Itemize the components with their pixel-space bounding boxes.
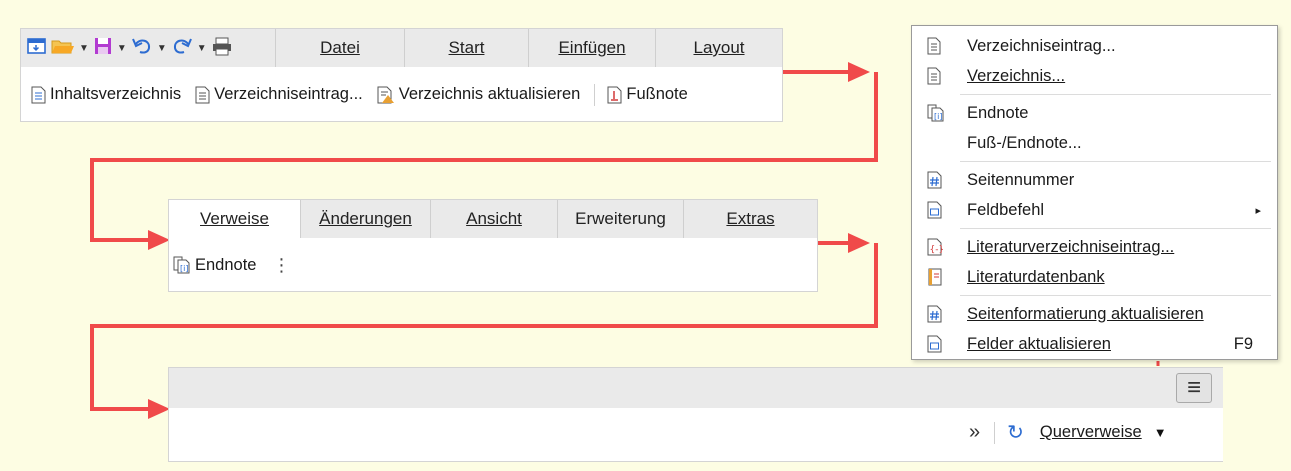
toolbar-label: Fußnote [626, 85, 688, 103]
menu-item-endnote[interactable]: [i] Endnote [912, 98, 1277, 128]
overflow-chevron-icon[interactable]: » [969, 421, 980, 444]
menu-item-bibliography-database[interactable]: Literaturdatenbank [912, 262, 1277, 292]
menu-item-label: Verzeichnis... [967, 66, 1066, 85]
update-fields-icon [927, 335, 942, 353]
more-options-icon[interactable]: ⋮ [272, 255, 290, 276]
undo-icon[interactable] [131, 36, 153, 61]
svg-text:[i]: [i] [934, 112, 942, 121]
menu-item-label: Literaturverzeichniseintrag... [967, 237, 1175, 256]
quick-access-toolbar: ▼ ▼ ▼ ▼ [21, 29, 275, 67]
middle-ribbon-panel: Verweise Änderungen Ansicht Erweiterung … [168, 199, 818, 292]
cross-reference-button[interactable]: Querverweise [1040, 423, 1142, 442]
menu-item-index-entry[interactable]: Verzeichniseintrag... [912, 31, 1277, 61]
menu-item-label: Felder aktualisieren [967, 334, 1111, 353]
chevron-down-icon[interactable]: ▼ [157, 43, 167, 54]
bibliography-entry-icon: {-} [927, 238, 943, 256]
field-icon [927, 201, 942, 219]
endnote-icon: [i] [173, 256, 190, 274]
tab-aenderungen[interactable]: Änderungen [300, 200, 430, 238]
chevron-down-icon[interactable]: ▼ [197, 43, 207, 54]
menu-item-label: Fuß-/Endnote... [967, 133, 1082, 152]
menu-item-label: Literaturdatenbank [967, 267, 1105, 286]
tab-einfuegen[interactable]: Einfügen [528, 29, 655, 67]
arrow-head [848, 233, 870, 253]
tab-extras[interactable]: Extras [683, 200, 817, 238]
menu-item-label: Seitenformatierung aktualisieren [967, 304, 1204, 323]
menu-item-label: Seitennummer [967, 170, 1075, 189]
menu-separator [960, 94, 1271, 95]
svg-text:{-}: {-} [930, 245, 944, 255]
open-folder-icon[interactable] [51, 37, 75, 60]
document-icon [195, 86, 210, 103]
context-menu: Verzeichniseintrag... Verzeichnis... [i]… [911, 25, 1278, 360]
menu-item-page-number[interactable]: Seitennummer [912, 165, 1277, 195]
chevron-down-icon[interactable]: ▼ [79, 43, 89, 54]
arrow-head [148, 230, 170, 250]
submenu-arrow-icon: ▸ [1255, 204, 1261, 217]
endnote-icon: [i] [927, 104, 944, 122]
redo-icon[interactable] [171, 36, 193, 61]
hamburger-menu-button[interactable]: ≡ [1176, 373, 1212, 403]
tab-ansicht[interactable]: Ansicht [430, 200, 557, 238]
menu-separator [960, 295, 1271, 296]
document-icon [31, 86, 46, 103]
tab-verweise[interactable]: Verweise [169, 200, 300, 238]
menu-separator [960, 228, 1271, 229]
toolbar-label: Endnote [195, 255, 257, 274]
menu-item-bibliography-entry[interactable]: {-} Literaturverzeichniseintrag... [912, 232, 1277, 262]
footnote-icon [607, 86, 622, 103]
menu-item-index[interactable]: Verzeichnis... [912, 61, 1277, 91]
menu-item-field-command[interactable]: Feldbefehl ▸ [912, 195, 1277, 225]
print-icon[interactable] [211, 36, 233, 61]
tab-start[interactable]: Start [404, 29, 528, 67]
svg-text:[i]: [i] [180, 264, 188, 273]
index-entry-button[interactable]: Verzeichniseintrag... [195, 85, 363, 104]
bottom-toolbar-panel: ≡ » ↻ Querverweise ▼ [168, 367, 1223, 462]
save-icon[interactable] [93, 36, 113, 61]
table-of-contents-button[interactable]: Inhaltsverzeichnis [31, 85, 181, 104]
menu-item-update-page-formatting[interactable]: Seitenformatierung aktualisieren [912, 299, 1277, 329]
arrow-head [848, 62, 870, 82]
tab-layout[interactable]: Layout [655, 29, 782, 67]
dropdown-arrow-icon[interactable]: ▼ [1154, 425, 1167, 440]
tab-datei[interactable]: Datei [275, 29, 404, 67]
toolbar-separator [594, 83, 596, 106]
menu-separator [960, 161, 1271, 162]
toolbar-label: Verzeichniseintrag... [214, 85, 363, 103]
document-warning-icon [377, 86, 394, 103]
chevron-down-icon[interactable]: ▼ [117, 43, 127, 54]
window-icon[interactable] [27, 37, 47, 60]
menu-item-label: Feldbefehl [967, 200, 1045, 219]
toolbar-separator [994, 421, 996, 444]
page-format-icon [927, 305, 942, 323]
footnote-button[interactable]: Fußnote [607, 85, 688, 104]
bibliography-database-icon [928, 268, 942, 286]
endnote-button[interactable]: [i] Endnote [173, 256, 256, 275]
menu-item-foot-endnote[interactable]: Fuß-/Endnote... [912, 128, 1277, 158]
refresh-icon[interactable]: ↻ [1007, 420, 1024, 445]
document-icon [927, 67, 941, 85]
menu-item-update-fields[interactable]: Felder aktualisieren F9 [912, 329, 1277, 359]
toolbar-label: Inhaltsverzeichnis [50, 85, 182, 103]
document-icon [927, 37, 941, 55]
shortcut-label: F9 [1233, 334, 1253, 353]
menu-item-label: Verzeichniseintrag... [967, 36, 1116, 55]
page-number-icon [927, 171, 942, 189]
toolbar-label: Verzeichnis aktualisieren [398, 85, 581, 103]
hamburger-icon: ≡ [1186, 374, 1201, 401]
arrow-head [148, 399, 170, 419]
tab-erweiterung[interactable]: Erweiterung [557, 200, 683, 238]
menu-item-label: Endnote [967, 103, 1029, 122]
update-index-button[interactable]: Verzeichnis aktualisieren [377, 85, 581, 104]
top-ribbon-panel: ▼ ▼ ▼ ▼ Datei Start Einfügen Layout Inha… [20, 28, 783, 122]
